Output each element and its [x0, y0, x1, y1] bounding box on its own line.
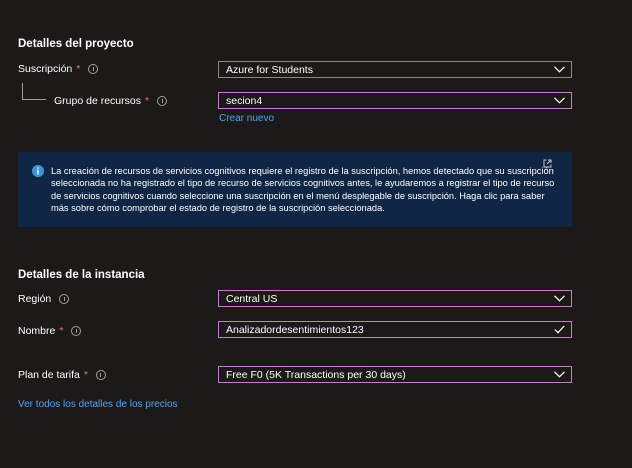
- create-resource-form: Detalles del proyecto Suscripción * Azur…: [0, 0, 632, 468]
- create-new-link[interactable]: Crear nuevo: [219, 113, 274, 124]
- region-dropdown[interactable]: Central US: [218, 290, 572, 307]
- chevron-down-icon: [554, 371, 565, 378]
- name-input[interactable]: Analizadordesentimientos123: [218, 321, 572, 338]
- info-icon[interactable]: [59, 294, 70, 304]
- resource-group-label-text: Grupo de recursos: [54, 95, 141, 107]
- tree-connector-horizontal: [22, 99, 46, 100]
- info-icon[interactable]: [71, 326, 82, 336]
- resource-group-dropdown[interactable]: secion4: [218, 92, 572, 109]
- name-value: Analizadordesentimientos123: [226, 323, 364, 336]
- required-marker: *: [59, 325, 64, 337]
- subscription-dropdown[interactable]: Azure for Students: [218, 61, 572, 78]
- pricing-tier-value: Free F0 (5K Transactions per 30 days): [226, 368, 406, 381]
- subscription-label-text: Suscripción: [18, 63, 73, 75]
- region-label-text: Región: [18, 293, 52, 305]
- resource-group-label: Grupo de recursos *: [54, 95, 168, 107]
- subscription-value: Azure for Students: [226, 63, 313, 76]
- region-value: Central US: [226, 292, 278, 305]
- pricing-tier-label-text: Plan de tarifa: [18, 369, 80, 381]
- info-icon[interactable]: [88, 64, 99, 74]
- region-label: Región: [18, 293, 70, 305]
- pricing-tier-dropdown[interactable]: Free F0 (5K Transactions per 30 days): [218, 366, 572, 383]
- project-details-heading: Detalles del proyecto: [18, 38, 134, 50]
- chevron-down-icon: [554, 97, 565, 104]
- required-marker: *: [144, 95, 150, 107]
- required-marker: *: [83, 369, 88, 381]
- chevron-down-icon: [554, 295, 565, 302]
- check-icon: [554, 325, 565, 334]
- info-icon[interactable]: [95, 370, 106, 380]
- pricing-tier-label: Plan de tarifa *: [18, 369, 106, 381]
- info-icon: [32, 165, 44, 177]
- name-label-text: Nombre: [18, 325, 56, 337]
- required-marker: *: [76, 63, 81, 75]
- resource-group-value: secion4: [226, 94, 263, 107]
- name-label: Nombre *: [18, 325, 82, 337]
- pricing-details-link[interactable]: Ver todos los detalles de los precios: [18, 399, 178, 410]
- subscription-label: Suscripción *: [18, 63, 99, 75]
- chevron-down-icon: [554, 66, 565, 73]
- instance-details-heading: Detalles de la instancia: [18, 269, 145, 281]
- external-link-icon[interactable]: [543, 159, 552, 168]
- info-banner[interactable]: La creación de recursos de servicios cog…: [18, 152, 572, 227]
- info-icon[interactable]: [157, 96, 168, 106]
- tree-connector-vertical: [22, 83, 23, 99]
- info-banner-text: La creación de recursos de servicios cog…: [51, 166, 555, 213]
